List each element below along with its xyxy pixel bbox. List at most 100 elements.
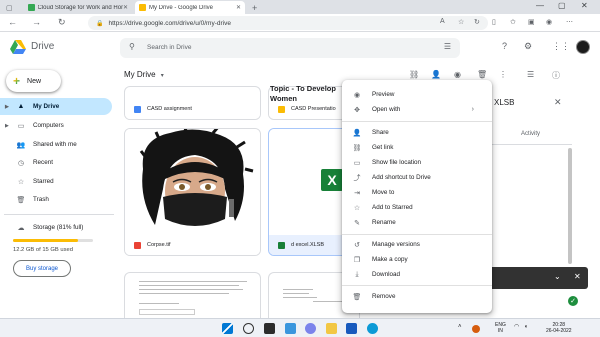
- search-input[interactable]: Search in Drive: [147, 44, 191, 51]
- settings-gear-icon[interactable]: ⚙: [524, 41, 532, 52]
- speaker-icon[interactable]: ◖: [524, 324, 528, 330]
- task-view-icon[interactable]: [264, 323, 275, 334]
- read-aloud-icon[interactable]: A: [440, 18, 445, 25]
- wifi-icon[interactable]: ◠: [514, 324, 519, 330]
- doc-text-line: [139, 303, 179, 304]
- search-icon[interactable]: ⚲: [129, 42, 135, 51]
- sidebar-item-recent[interactable]: ◷ Recent: [0, 154, 112, 171]
- slides-file-icon: [278, 105, 285, 113]
- menu-item-show-location[interactable]: ▭ Show file location: [342, 155, 492, 170]
- breadcrumb[interactable]: My Drive ▾: [124, 70, 164, 79]
- clock[interactable]: 20:28 26-04-2022: [546, 322, 572, 334]
- menu-item-add-starred[interactable]: ☆ Add to Starred: [342, 200, 492, 215]
- menu-item-add-shortcut[interactable]: ⤴ Add shortcut to Drive: [342, 170, 492, 185]
- menu-divider: [342, 285, 492, 286]
- menu-item-get-link[interactable]: ⛓ Get link: [342, 140, 492, 155]
- expand-caret-icon[interactable]: ▶: [5, 104, 9, 110]
- tab-my-drive[interactable]: My Drive - Google Drive ✕: [135, 1, 245, 14]
- close-tab-icon[interactable]: ✕: [236, 4, 241, 11]
- widgets-icon[interactable]: [285, 323, 296, 334]
- drive-logo-icon[interactable]: [10, 40, 26, 54]
- menu-item-rename[interactable]: ✎ Rename: [342, 215, 492, 230]
- sidebar-item-shared[interactable]: 👥 Shared with me: [0, 136, 112, 153]
- refresh-icon[interactable]: ↻: [58, 17, 66, 28]
- search-taskbar-icon[interactable]: [243, 323, 254, 334]
- help-icon[interactable]: ?: [502, 41, 507, 51]
- language-indicator[interactable]: ENG IN: [495, 322, 506, 334]
- tab-activity[interactable]: Activity: [521, 131, 540, 137]
- info-icon[interactable]: ⓘ: [552, 70, 560, 81]
- star-outline-icon: ☆: [353, 204, 361, 212]
- avatar[interactable]: [576, 40, 590, 54]
- maximize-icon[interactable]: ▢: [558, 1, 566, 10]
- windows-start-icon[interactable]: [222, 323, 233, 334]
- history-icon: ↺: [354, 241, 360, 249]
- apps-grid-icon[interactable]: ⋮⋮: [552, 41, 570, 52]
- remove-icon[interactable]: 🗑: [477, 70, 487, 79]
- share-icon[interactable]: 👤: [431, 70, 441, 79]
- cloud-icon: ☁: [17, 224, 25, 232]
- file-card[interactable]: CASD assignment: [124, 86, 261, 120]
- forward-icon[interactable]: →: [32, 17, 41, 27]
- file-card[interactable]: Corpse.tif: [124, 128, 261, 256]
- tray-overflow-icon[interactable]: ˄: [458, 324, 462, 330]
- new-button[interactable]: + New: [6, 70, 61, 92]
- close-details-icon[interactable]: ✕: [554, 97, 562, 108]
- get-link-icon[interactable]: ⛓: [409, 70, 419, 79]
- close-toast-icon[interactable]: ✕: [574, 272, 581, 281]
- tab-cloud-storage[interactable]: Cloud Storage for Work and Home ✕: [24, 1, 132, 14]
- menu-item-share[interactable]: 👤 Share: [342, 125, 492, 140]
- tray-app-icon[interactable]: [472, 325, 480, 333]
- edge-browser-icon[interactable]: [367, 323, 378, 334]
- word-icon[interactable]: [346, 323, 357, 334]
- split-screen-icon[interactable]: ▯: [492, 18, 496, 26]
- refresh-icon[interactable]: ↻: [474, 18, 480, 26]
- preview-icon[interactable]: ◉: [454, 70, 461, 79]
- drive-icon: ▲: [17, 103, 25, 110]
- scrollbar[interactable]: [568, 148, 572, 264]
- new-tab-button[interactable]: +: [248, 1, 262, 14]
- collapse-chevron-icon[interactable]: ⌄: [554, 272, 561, 281]
- close-window-icon[interactable]: ✕: [581, 1, 588, 10]
- menu-item-make-copy[interactable]: ❐ Make a copy: [342, 252, 492, 267]
- menu-item-label: Add shortcut to Drive: [372, 174, 431, 181]
- sidebar-item-trash[interactable]: 🗑 Trash: [0, 191, 112, 208]
- chat-icon[interactable]: [305, 323, 316, 334]
- file-explorer-icon[interactable]: [326, 323, 337, 334]
- more-menu-icon[interactable]: ⋯: [566, 18, 573, 26]
- browser-toolbar: ← → ↻ 🔒 https://drive.google.com/drive/u…: [0, 14, 600, 32]
- minimize-icon[interactable]: —: [536, 1, 544, 10]
- doc-text-line: [139, 285, 239, 286]
- sidebar-item-computers[interactable]: ▶ ▭ Computers: [0, 117, 112, 134]
- address-bar[interactable]: 🔒 https://drive.google.com/drive/u/0/my-…: [88, 16, 488, 30]
- product-name[interactable]: Drive: [31, 41, 54, 52]
- sidebar-item-label: My Drive: [33, 103, 60, 110]
- menu-item-download[interactable]: ⤓ Download: [342, 267, 492, 282]
- sidebar-item-my-drive[interactable]: ▶ ▲ My Drive: [0, 98, 112, 115]
- sidebar-item-storage[interactable]: ☁ Storage (81% full): [0, 219, 112, 236]
- favorite-star-icon[interactable]: ☆: [458, 18, 464, 26]
- tab-actions-button[interactable]: ▢: [2, 1, 22, 14]
- buy-storage-button[interactable]: Buy storage: [13, 260, 71, 277]
- menu-item-preview[interactable]: ◉ Preview: [342, 87, 492, 102]
- search-bar[interactable]: ⚲ Search in Drive ☰: [120, 38, 460, 58]
- file-card[interactable]: [124, 272, 261, 318]
- sidebar-item-starred[interactable]: ☆ Starred: [0, 173, 112, 190]
- expand-caret-icon[interactable]: ▶: [5, 123, 9, 129]
- menu-item-label: Make a copy: [372, 256, 408, 263]
- profile-icon[interactable]: ◉: [546, 18, 552, 26]
- breadcrumb-my-drive: My Drive: [124, 70, 156, 79]
- menu-item-open-with[interactable]: ✥ Open with ›: [342, 102, 492, 117]
- menu-item-remove[interactable]: 🗑 Remove: [342, 289, 492, 304]
- list-view-icon[interactable]: ☰: [527, 70, 534, 79]
- menu-item-move-to[interactable]: ⇥ Move to: [342, 185, 492, 200]
- search-options-icon[interactable]: ☰: [444, 42, 451, 51]
- close-tab-icon[interactable]: ✕: [123, 4, 128, 11]
- collections-icon[interactable]: ▣: [528, 18, 535, 26]
- sidebar-item-label: Shared with me: [33, 141, 77, 148]
- favorites-icon[interactable]: ✩: [510, 18, 516, 26]
- file-card-caption: CASD assignment: [125, 99, 260, 119]
- menu-item-manage-versions[interactable]: ↺ Manage versions: [342, 237, 492, 252]
- back-icon[interactable]: ←: [8, 17, 17, 27]
- more-actions-icon[interactable]: ⋮: [499, 70, 507, 79]
